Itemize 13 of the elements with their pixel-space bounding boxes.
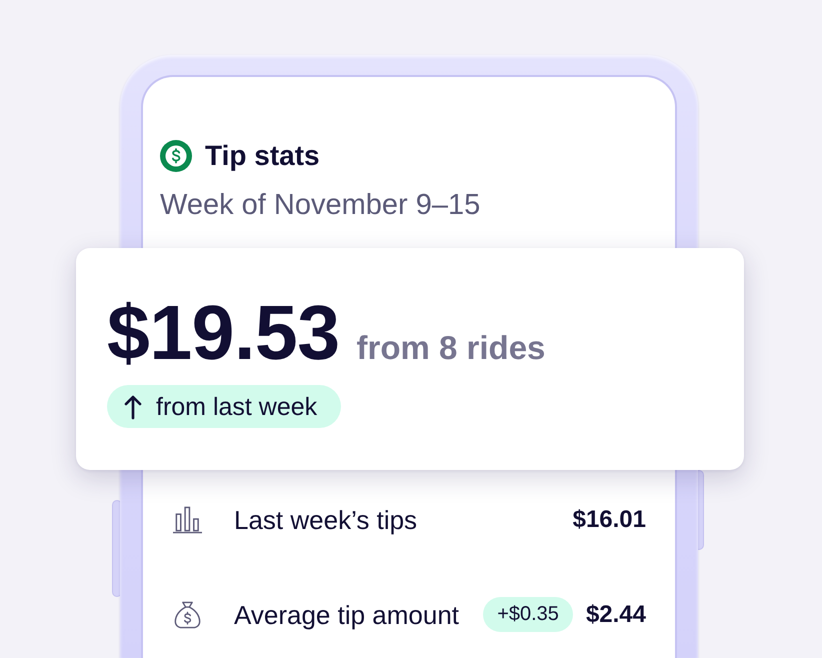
week-range: Week of November 9–15	[160, 188, 482, 222]
tip-total: $19.53	[107, 295, 340, 371]
bar-chart-icon	[173, 506, 202, 534]
screen-title: Tip stats	[205, 140, 320, 172]
stat-label: Last week’s tips	[234, 504, 418, 534]
stat-value: $2.44	[586, 600, 646, 630]
dollar-coin-icon	[160, 140, 192, 172]
change-badge: +$0.35	[483, 597, 573, 632]
trend-label: from last week	[156, 392, 318, 422]
rides-count: from 8 rides	[356, 329, 546, 367]
stat-value: $16.01	[572, 504, 646, 534]
money-bag-icon	[173, 600, 202, 628]
stat-label: Average tip amount	[234, 600, 459, 630]
